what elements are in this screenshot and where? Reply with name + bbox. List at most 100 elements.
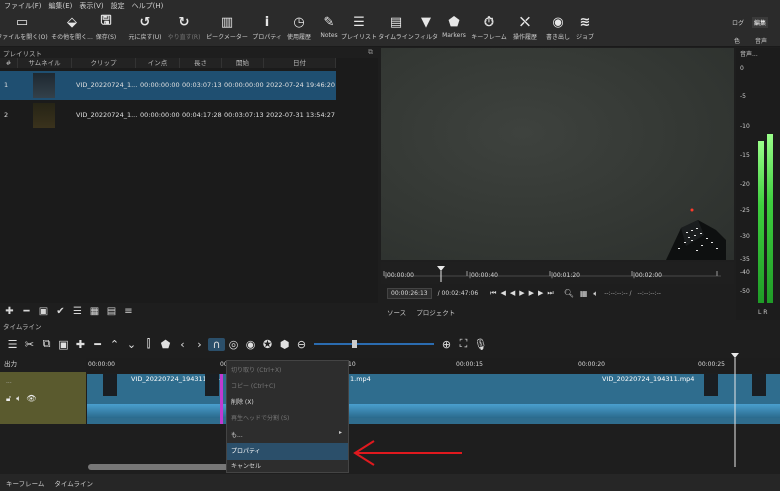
- clip-selection-edge: [220, 374, 223, 424]
- remove-icon[interactable]: ━: [89, 338, 106, 351]
- layout-audio-button[interactable]: 音声: [755, 36, 767, 45]
- menu-item-copy[interactable]: コピー (Ctrl+C): [227, 378, 348, 395]
- layout-edit-button[interactable]: 編集: [752, 17, 769, 28]
- transport-buttons-icon[interactable]: ⏮◀◀▶▶▶⏭: [490, 289, 558, 298]
- markers-button[interactable]: ⬟ Markers: [441, 12, 467, 46]
- current-time-field[interactable]: 00:00:26:13: [387, 288, 432, 299]
- append-icon[interactable]: ✚: [72, 338, 89, 351]
- tab-keyframes[interactable]: キーフレーム: [6, 478, 44, 488]
- ripple-all-icon[interactable]: ✪: [259, 338, 276, 351]
- column-header[interactable]: 開始: [222, 58, 264, 68]
- undo-button[interactable]: ↺ 元に戻す(U): [127, 12, 163, 46]
- timeline-button[interactable]: ▤ タイムライン: [378, 12, 414, 46]
- next-marker-icon[interactable]: ›: [191, 338, 208, 351]
- layout-log-button[interactable]: ログ: [732, 18, 744, 27]
- tab-source[interactable]: ソース: [387, 307, 406, 317]
- redo-button[interactable]: ↻ やり直す(R): [168, 12, 201, 46]
- menu-item-more[interactable]: も...: [227, 427, 348, 444]
- copy-icon[interactable]: ⧉: [38, 337, 55, 351]
- track-controls-icon[interactable]: 🔓︎🔈︎👁︎: [6, 394, 41, 404]
- zoom-icon[interactable]: 🔍︎: [564, 289, 574, 298]
- transport-controls: 00:00:26:13 / 00:02:47:06 ⏮◀◀▶▶▶⏭ 🔍︎ ▦ 🔈…: [381, 285, 734, 302]
- track-name: ...: [6, 378, 12, 385]
- clip-thumbnail: [704, 374, 718, 396]
- snap-icon[interactable]: ∩: [208, 337, 225, 351]
- save-button[interactable]: 🖫 保存(S): [94, 12, 118, 46]
- peak-meter-button[interactable]: ▥ ピークメーター: [206, 12, 248, 46]
- menu-file[interactable]: ファイル(F): [4, 1, 42, 11]
- menu-edit[interactable]: 編集(E): [49, 1, 73, 11]
- export-button[interactable]: ◉ 書き出し: [544, 12, 572, 46]
- zoom-slider-handle[interactable]: [352, 340, 357, 348]
- jobs-button[interactable]: ≋ ジョブ: [574, 12, 596, 46]
- playhead[interactable]: [730, 352, 740, 467]
- menu-item-split[interactable]: 再生ヘッドで分割 (S): [227, 410, 348, 427]
- marker-icon[interactable]: ⬟: [157, 338, 174, 351]
- zoom-in-icon[interactable]: ⊕: [438, 338, 455, 351]
- update-icon[interactable]: ▣: [38, 306, 49, 317]
- scrub-icon[interactable]: ◎: [225, 338, 242, 351]
- add-icon[interactable]: ✚: [4, 306, 15, 317]
- output-label: 出力: [4, 360, 17, 368]
- playlist-button[interactable]: ☰ プレイリスト: [341, 12, 377, 46]
- timeline-ruler[interactable]: 00:00:00 00:00 10 00:00:15 00:00:20 00:0…: [86, 358, 780, 373]
- cut-icon[interactable]: ✂: [21, 338, 38, 351]
- ripple-markers-icon[interactable]: ⬢: [276, 338, 293, 351]
- split-icon[interactable]: ⫿: [140, 337, 157, 351]
- menu-item-cut[interactable]: 切り取り (Ctrl+X): [227, 362, 348, 379]
- meter-bar-left: [758, 141, 764, 303]
- overwrite-icon[interactable]: ⌄: [123, 338, 140, 351]
- menu-settings[interactable]: 設定: [111, 1, 125, 11]
- filter-icon: ▼: [421, 14, 431, 30]
- table-row[interactable]: 1 VID_20220724_1... 00:00:00:00 00:03:07…: [0, 71, 336, 100]
- open-file-button[interactable]: ▭ ファイルを開く(O): [0, 12, 48, 46]
- volume-icon[interactable]: 🔈︎: [593, 289, 598, 299]
- grid-icon[interactable]: ▦: [580, 289, 588, 298]
- menu-item-cancel[interactable]: キャンセル: [227, 458, 348, 475]
- layout-color-button[interactable]: 色: [734, 36, 740, 45]
- track-v1-header[interactable]: ... 🔓︎🔈︎👁︎: [0, 372, 86, 424]
- properties-button[interactable]: i プロパティ: [252, 12, 282, 46]
- tile-view-icon[interactable]: ▤: [106, 306, 117, 317]
- prev-marker-icon[interactable]: ‹: [174, 338, 191, 351]
- menu-help[interactable]: ヘルプ(H): [132, 1, 164, 11]
- menu-item-delete[interactable]: 削除 (X): [227, 394, 348, 411]
- tab-timeline[interactable]: タイムライン: [54, 478, 93, 488]
- menu-view[interactable]: 表示(V): [79, 1, 103, 11]
- paste-icon[interactable]: ▣: [55, 338, 72, 351]
- notes-button[interactable]: ✎ Notes: [318, 12, 340, 46]
- filter-button[interactable]: ▼ フィルタ: [414, 12, 438, 46]
- column-header[interactable]: イン点: [136, 58, 180, 68]
- timeline-clip[interactable]: VID_20220724_194311.mp4: [87, 374, 221, 424]
- lift-icon[interactable]: ⌃: [106, 338, 123, 351]
- undo-icon: ↺: [139, 14, 151, 30]
- jobs-history-button[interactable]: ⛌ 操作履歴: [511, 12, 539, 46]
- keyframes-button[interactable]: ⏱ キーフレーム: [471, 12, 506, 46]
- check-icon[interactable]: ✔: [55, 306, 66, 317]
- icon-view-icon[interactable]: ▦: [89, 306, 100, 317]
- panel-float-icon[interactable]: ⧉: [368, 48, 373, 57]
- remove-icon[interactable]: ━: [21, 306, 32, 317]
- total-time: / 00:02:47:06: [437, 290, 479, 297]
- zoom-out-icon[interactable]: ⊖: [293, 338, 310, 351]
- zoom-fit-icon[interactable]: ⛶: [455, 337, 472, 351]
- ripple-icon[interactable]: ◉: [242, 338, 259, 351]
- tab-project[interactable]: プロジェクト: [416, 307, 455, 317]
- list-view-icon[interactable]: ☰: [72, 306, 83, 317]
- history-button[interactable]: ◷ 使用履歴: [286, 12, 312, 46]
- viewer-timeline-ruler[interactable]: |00:00:00 |00:00:40 |00:01:20 |00:02:00: [381, 262, 734, 284]
- menu-icon[interactable]: ☰: [4, 338, 21, 351]
- column-header[interactable]: #: [0, 58, 18, 68]
- open-other-button[interactable]: ⬙ その他を開く...: [51, 12, 93, 46]
- column-header[interactable]: 日付: [264, 58, 336, 68]
- table-row[interactable]: 2 VID_20220724_1... 00:00:00:00 00:04:17…: [0, 101, 336, 130]
- menu-icon[interactable]: ≡: [123, 306, 134, 317]
- column-header[interactable]: クリップ: [72, 58, 136, 68]
- record-audio-icon[interactable]: 🎙︎: [472, 338, 489, 351]
- clip-thumbnail: [752, 374, 766, 396]
- video-viewer[interactable]: [381, 48, 734, 260]
- viewer-tabs: ソース プロジェクト: [381, 305, 734, 319]
- column-header[interactable]: 長さ: [180, 58, 222, 68]
- column-header[interactable]: サムネイル: [18, 58, 72, 68]
- zoom-slider[interactable]: [314, 340, 434, 348]
